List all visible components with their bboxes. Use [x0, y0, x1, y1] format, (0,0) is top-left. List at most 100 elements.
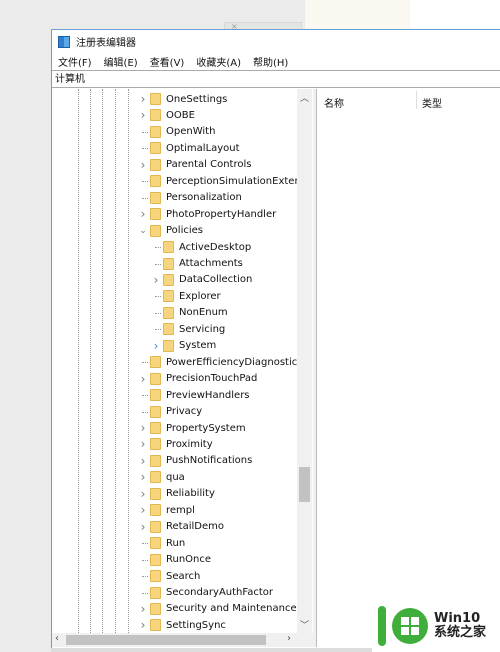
tree-item[interactable]: › PhotoPropertyHandler: [52, 206, 297, 222]
folder-icon: [150, 125, 161, 138]
menu-edit[interactable]: 编辑(E): [104, 54, 138, 69]
tree-item[interactable]: PreviewHandlers: [52, 387, 297, 403]
scroll-up-icon[interactable]: ︿: [297, 91, 312, 104]
chevron-right-icon[interactable]: ›: [138, 421, 148, 435]
tree-item[interactable]: › PrecisionTouchPad: [52, 371, 297, 387]
chevron-right-icon[interactable]: ›: [138, 454, 148, 468]
tree-item[interactable]: ⌄ Policies: [52, 223, 297, 239]
tree-item[interactable]: PowerEfficiencyDiagnostics: [52, 354, 302, 370]
column-divider[interactable]: [416, 91, 417, 109]
menu-favorites[interactable]: 收藏夹(A): [196, 54, 241, 69]
folder-icon: [163, 339, 174, 352]
folder-icon: [150, 191, 161, 204]
tree-vertical-scrollbar[interactable]: ︿ ﹀: [297, 89, 312, 633]
scroll-thumb[interactable]: [299, 467, 310, 502]
tree-item[interactable]: Run: [52, 535, 297, 551]
tree-item[interactable]: ActiveDesktop: [52, 239, 297, 255]
tree-item[interactable]: RunOnce: [52, 552, 297, 568]
tree-connector: [142, 395, 148, 397]
folder-icon: [150, 372, 161, 385]
tree-item[interactable]: › SettingSync: [52, 617, 297, 633]
chevron-right-icon[interactable]: ›: [138, 372, 148, 386]
tree-item[interactable]: Personalization: [52, 190, 297, 206]
chevron-right-icon[interactable]: ›: [138, 520, 148, 534]
menu-view[interactable]: 查看(V): [150, 54, 185, 69]
folder-icon: [150, 109, 161, 122]
chevron-right-icon[interactable]: ›: [138, 503, 148, 517]
tree-item-label: Security and Maintenance: [166, 603, 297, 615]
tree-item[interactable]: › Reliability: [52, 486, 297, 502]
tree-item[interactable]: › PropertySystem: [52, 420, 297, 436]
chevron-down-icon[interactable]: ⌄: [138, 226, 148, 236]
scroll-left-icon[interactable]: ‹: [55, 633, 59, 644]
tree-item[interactable]: PerceptionSimulationExtens: [52, 173, 306, 189]
tree-item-label: Run: [166, 537, 186, 549]
tree-item-label: qua: [166, 471, 185, 483]
registry-tree[interactable]: › OneSettings › OOBE OpenWith OptimalLayout › P…: [52, 89, 312, 633]
tree-item-label: Explorer: [179, 290, 221, 302]
values-pane[interactable]: 名称 类型: [318, 89, 500, 647]
address-bar[interactable]: 计算机: [52, 70, 500, 88]
tree-item[interactable]: OpenWith: [52, 124, 297, 140]
tree-item[interactable]: › OOBE: [52, 107, 297, 123]
tree-item[interactable]: › Security and Maintenance: [52, 601, 297, 617]
tree-item[interactable]: Attachments: [52, 256, 297, 272]
tree-item[interactable]: › Parental Controls: [52, 157, 297, 173]
tree-connector: [155, 263, 161, 265]
tree-connector: [142, 197, 148, 199]
tree-item[interactable]: › Proximity: [52, 436, 297, 452]
tree-item[interactable]: › OneSettings: [52, 91, 297, 107]
folder-icon: [150, 356, 161, 369]
folder-icon: [150, 570, 161, 583]
tree-item[interactable]: SecondaryAuthFactor: [52, 585, 297, 601]
tree-item[interactable]: › RetailDemo: [52, 519, 297, 535]
chevron-right-icon[interactable]: ›: [138, 487, 148, 501]
tree-item[interactable]: NonEnum: [52, 305, 297, 321]
tree-item[interactable]: Explorer: [52, 288, 297, 304]
chevron-right-icon[interactable]: ›: [151, 339, 161, 353]
column-header-type[interactable]: 类型: [422, 95, 442, 110]
chevron-right-icon[interactable]: ›: [138, 108, 148, 122]
tree-item[interactable]: › DataCollection: [52, 272, 297, 288]
tree-item-label: PropertySystem: [166, 422, 246, 434]
chevron-right-icon[interactable]: ›: [138, 158, 148, 172]
tree-item[interactable]: › qua: [52, 469, 297, 485]
folder-icon: [150, 175, 161, 188]
chevron-right-icon[interactable]: ›: [151, 273, 161, 287]
tree-item-label: OneSettings: [166, 93, 228, 105]
tree-connector: [142, 181, 148, 183]
tree-item[interactable]: Privacy: [52, 404, 297, 420]
tree-connector: [155, 247, 161, 249]
chevron-right-icon[interactable]: ›: [138, 437, 148, 451]
scroll-right-icon[interactable]: ›: [287, 633, 291, 644]
chevron-right-icon[interactable]: ›: [138, 92, 148, 106]
tree-item-label: OpenWith: [166, 126, 216, 138]
tree-item[interactable]: OptimalLayout: [52, 140, 297, 156]
menu-file[interactable]: 文件(F): [58, 54, 92, 69]
tree-connector: [142, 131, 148, 133]
tree-item[interactable]: Servicing: [52, 321, 297, 337]
folder-icon: [163, 273, 174, 286]
chevron-right-icon[interactable]: ›: [138, 470, 148, 484]
tree-item-label: Reliability: [166, 488, 215, 500]
tree-item-label: OptimalLayout: [166, 142, 240, 154]
scroll-down-icon[interactable]: ﹀: [297, 618, 312, 631]
column-header-name[interactable]: 名称: [324, 95, 344, 110]
hscroll-thumb[interactable]: [66, 635, 266, 645]
chevron-right-icon[interactable]: ›: [138, 602, 148, 616]
tree-item-label: DataCollection: [179, 274, 253, 286]
tree-item[interactable]: › System: [52, 338, 297, 354]
tree-item-label: ActiveDesktop: [179, 241, 252, 253]
tree-item-label: PowerEfficiencyDiagnostics: [166, 356, 303, 368]
tree-item[interactable]: › rempl: [52, 502, 297, 518]
tree-horizontal-scrollbar[interactable]: ‹ ›: [52, 633, 313, 647]
chevron-right-icon[interactable]: ›: [138, 207, 148, 221]
pane-splitter[interactable]: [313, 89, 317, 647]
registry-editor-window: 注册表编辑器 文件(F) 编辑(E) 查看(V) 收藏夹(A) 帮助(H) 计算…: [51, 29, 500, 649]
menu-help[interactable]: 帮助(H): [253, 54, 288, 69]
folder-icon: [150, 454, 161, 467]
tree-item[interactable]: › PushNotifications: [52, 453, 297, 469]
tree-item[interactable]: Search: [52, 568, 297, 584]
tree-item-label: SecondaryAuthFactor: [166, 587, 274, 598]
chevron-right-icon[interactable]: ›: [138, 618, 148, 632]
